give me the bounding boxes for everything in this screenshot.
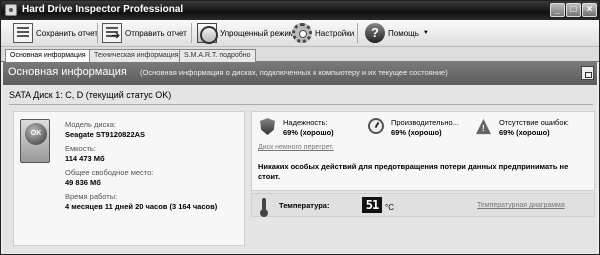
temperature-value: 51 [362, 197, 382, 213]
save-report-icon [13, 23, 33, 43]
gear-icon [292, 23, 312, 43]
tab-smart-details[interactable]: S.M.A.R.T. подробно [179, 49, 256, 62]
settings-button[interactable]: Настройки [292, 22, 354, 44]
uptime-label: Время работы: [65, 192, 118, 201]
send-report-button[interactable]: Отправить отчет [102, 22, 187, 44]
minimize-button[interactable]: _ [550, 3, 565, 17]
performance-label: Производительно... [391, 118, 459, 127]
toolbar-separator [97, 23, 98, 43]
uptime-value: 4 месяцев 11 дней 20 часов (3 164 часов) [65, 202, 218, 211]
toolbar-separator [357, 23, 358, 43]
header-options-button[interactable] [581, 66, 594, 80]
simple-mode-icon [197, 23, 218, 44]
send-report-icon [102, 23, 122, 43]
temperature-unit: °C [385, 203, 394, 212]
capacity-value: 114 473 Мб [65, 154, 105, 163]
free-space-label: Общее свободное место: [65, 168, 154, 177]
help-label: Помощь [388, 28, 419, 38]
section-header: Основная информация (Основная информация… [3, 62, 597, 85]
disk-title: SATA Диск 1: C, D (текущий статус OK) [9, 90, 172, 100]
free-space-value: 49 836 Мб [65, 178, 101, 187]
reliability-label: Надежность: [283, 118, 328, 127]
shield-icon [260, 118, 275, 135]
capacity-field: Емкость: 114 473 Мб [65, 144, 105, 163]
tab-technical-info[interactable]: Техническая информация [89, 49, 184, 62]
tab-bar: Основная информация Техническая информац… [1, 47, 599, 63]
page-title: Основная информация [8, 66, 127, 78]
close-button[interactable]: × [582, 3, 597, 17]
status-badge: OK [25, 123, 47, 145]
warning-icon [476, 118, 491, 135]
free-space-field: Общее свободное место: 49 836 Мб [65, 168, 153, 187]
app-icon [5, 4, 17, 16]
overheat-link[interactable]: Диск немного перегрет. [258, 144, 334, 151]
reliability-value: 69% (хорошо) [283, 128, 334, 137]
gauge-icon [368, 118, 384, 134]
simple-mode-label: Упрощенный режим [220, 28, 295, 38]
send-report-label: Отправить отчет [125, 28, 187, 38]
thermometer-icon [260, 198, 268, 217]
maximize-button[interactable]: □ [566, 3, 581, 17]
help-button[interactable]: ? Помощь ▼ [365, 22, 429, 44]
health-panel: Надежность: 69% (хорошо) Производительно… [251, 111, 595, 191]
temperature-label: Температура: [279, 201, 330, 210]
window-title: Hard Drive Inspector Professional [22, 4, 184, 15]
errors-label: Отсутствие ошибок: [499, 118, 569, 127]
model-label: Модель диска: [65, 120, 117, 129]
save-report-label: Сохранить отчет [36, 28, 98, 38]
app-window: Hard Drive Inspector Professional _ □ × … [0, 0, 600, 255]
capacity-label: Емкость: [65, 144, 96, 153]
disk-info-panel: OK Модель диска: Seagate ST9120822AS Емк… [13, 111, 245, 246]
performance-value: 69% (хорошо) [391, 128, 442, 137]
main-content: SATA Диск 1: C, D (текущий статус OK) OK… [3, 85, 597, 253]
page-subtitle: (Основная информация о дисках, подключен… [140, 68, 448, 77]
title-bar[interactable]: Hard Drive Inspector Professional _ □ × [1, 1, 599, 20]
model-value: Seagate ST9120822AS [65, 130, 146, 139]
hard-drive-icon: OK [20, 119, 50, 163]
toolbar-separator [191, 23, 192, 43]
recommendation-message: Никаких особых действий для предотвращен… [258, 162, 569, 181]
help-icon: ? [365, 23, 385, 43]
temperature-panel: Температура: 51 °C Температурная диаграм… [251, 193, 595, 217]
divider [9, 104, 593, 105]
errors-value: 69% (хорошо) [499, 128, 550, 137]
chevron-down-icon: ▼ [422, 30, 429, 36]
settings-label: Настройки [315, 28, 355, 38]
save-report-button[interactable]: Сохранить отчет [13, 22, 98, 44]
model-field: Модель диска: Seagate ST9120822AS [65, 120, 145, 139]
toolbar: Сохранить отчет Отправить отчет Упрощенн… [1, 20, 599, 47]
tab-main-info[interactable]: Основная информация [5, 49, 91, 63]
temperature-chart-link[interactable]: Температурная диаграмма [477, 202, 565, 209]
simple-mode-button[interactable]: Упрощенный режим [197, 22, 294, 44]
uptime-field: Время работы: 4 месяцев 11 дней 20 часов… [65, 192, 217, 211]
